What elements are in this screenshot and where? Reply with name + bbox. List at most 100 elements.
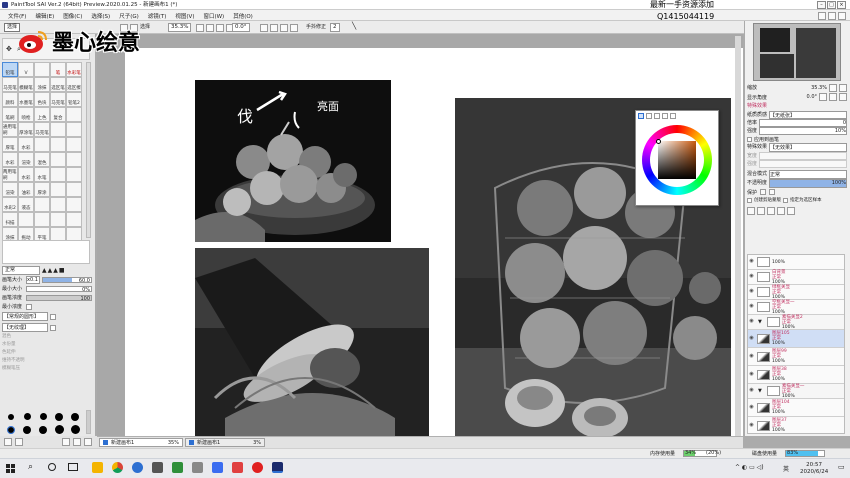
brush-tool[interactable] [66,197,82,212]
close-icon[interactable]: × [837,1,846,9]
density-slider[interactable]: 100 [26,294,92,302]
tray-icons[interactable]: ^ ◐ ▭ ◁) [735,464,764,471]
size-multiplier[interactable]: x0.1 [26,275,40,284]
brush-size-dot[interactable] [7,425,15,434]
app9-icon[interactable] [252,462,263,473]
brush-size-dot[interactable] [39,425,47,434]
zoom-field[interactable]: 35.3% [168,23,192,32]
brush-tool[interactable]: 厚笔 [2,137,18,152]
ime-indicator[interactable]: 英 [783,464,789,473]
layer-row[interactable]: ◉ 图层105 正常 100% [748,330,844,348]
brush-tool[interactable] [66,212,82,227]
visibility-eye-icon[interactable]: ◉ [748,422,755,430]
visibility-eye-icon[interactable]: ◉ [748,273,755,281]
new-folder-icon[interactable] [757,206,765,215]
nav-rotate-reset-icon[interactable] [839,93,847,101]
app7-icon[interactable] [212,462,223,473]
brush-delete-icon[interactable] [15,438,23,446]
menu-item-4[interactable]: 尺子(G) [119,12,139,20]
visibility-eye-icon[interactable]: ◉ [748,318,755,326]
brush-size-dot[interactable] [39,413,47,420]
min-density-checkbox[interactable] [26,303,32,310]
copy-layer-icon[interactable] [777,206,785,215]
brush-tool[interactable]: 马克笔 [34,122,50,137]
brush-tool[interactable] [66,167,82,182]
brush-tool[interactable]: 马克笔 [2,77,18,92]
app1-icon[interactable] [92,462,103,473]
document-tab[interactable]: 新建画布1 35% [99,438,183,447]
nav-zoom-in-icon[interactable] [839,83,847,92]
rotation-field[interactable]: 0.0° [232,23,250,32]
layer-row[interactable]: ◉ 绿框关显 正常 100% [748,285,844,300]
maximize-icon[interactable]: □ [827,1,836,9]
undo-icon[interactable] [62,438,70,446]
paper-texture-select[interactable]: 【无纸张】 [769,111,847,119]
visibility-eye-icon[interactable]: ◉ [748,288,755,296]
brush-size-dot[interactable] [23,425,31,434]
color-cursor-icon[interactable] [656,139,661,144]
brush-tool[interactable]: 水彩2 [2,197,18,212]
brush-tool[interactable]: 色块 [34,92,50,107]
size-palette-scrollbar[interactable] [86,410,91,434]
doc-close-icon[interactable] [838,12,846,20]
texture-dropdown-icon[interactable] [50,324,56,331]
search-icon[interactable]: ⌕ [28,462,33,472]
menu-item-8[interactable]: 其他(O) [233,12,253,20]
brush-tool[interactable]: 喷枪 [18,107,34,122]
effect-select[interactable]: 【无效果】 [769,143,847,152]
brush-tool[interactable]: 涂抹 [34,77,50,92]
layer-row[interactable]: ◉ 图层99 正常 100% [748,348,844,366]
brush-size-dot[interactable] [23,413,31,420]
hsv-tab-icon[interactable] [654,113,660,119]
min-size-slider[interactable]: 0% [26,285,92,293]
brush-tool[interactable] [50,137,66,152]
menu-item-2[interactable]: 图像(C) [63,12,82,20]
delete-layer-icon[interactable] [787,206,795,215]
swatches-tab-icon[interactable] [670,113,676,119]
brush-size-dot[interactable] [71,412,79,421]
cortana-icon[interactable] [48,463,56,471]
brush-tool[interactable]: 颜料 [2,92,18,107]
brush-tool[interactable]: 选区擦 [66,77,82,92]
folder-toggle-icon[interactable]: ▼ [758,319,762,325]
blend-mode-select[interactable]: 正常 [2,266,40,275]
folder-toggle-icon[interactable]: ▼ [758,388,762,394]
pen-icon[interactable]: ╲ [352,22,356,30]
menu-item-6[interactable]: 视图(V) [175,12,194,20]
visibility-eye-icon[interactable]: ◉ [748,404,755,412]
brush-tool[interactable]: 模糊笔 [18,77,34,92]
start-icon[interactable] [6,464,15,473]
brush-tool[interactable]: 铅笔 [2,62,18,77]
flip-vertical-icon[interactable] [280,24,288,32]
edge-icon[interactable] [132,462,143,473]
brush-tool[interactable]: 水彩 [18,167,34,182]
layer-row[interactable]: ◉ 图层37 正常 100% [748,417,844,433]
layer-row[interactable]: ◉ 空框关显一 正常 100% [748,300,844,315]
clock[interactable]: 20:57 2020/6/24 [800,462,828,476]
keep-opacity-option[interactable]: 维持不透明 [2,357,92,365]
brush-tool[interactable]: 水彩笔 [66,62,82,77]
app5-icon[interactable] [172,462,183,473]
blur-pressure-option[interactable]: 模糊笔压 [2,365,92,373]
nav-rotate-left-icon[interactable] [819,93,827,101]
texture-strength-field[interactable]: 10% [759,127,847,135]
brush-tool[interactable] [66,122,82,137]
visibility-eye-icon[interactable]: ◉ [748,303,755,311]
brush-tool[interactable] [50,122,66,137]
move-icon[interactable]: ✥ [6,45,12,53]
trash-icon[interactable] [84,438,92,446]
layer-row[interactable]: ◉ 图层104 正常 100% [748,399,844,417]
nav-zoom-out-icon[interactable] [829,83,837,92]
layer-row[interactable]: ◉ 图层38 正常 100% [748,366,844,384]
brush-size-dot[interactable] [54,425,64,434]
task-view-icon[interactable] [68,463,78,471]
app6-icon[interactable] [192,462,203,473]
notification-icon[interactable]: ▭ [838,463,845,471]
rgb-tab-icon[interactable] [646,113,652,119]
brush-tool[interactable] [66,137,82,152]
mixer-tab-icon[interactable] [662,113,668,119]
brush-tool[interactable]: 水彩 [2,152,18,167]
clip-checkbox[interactable] [747,197,752,203]
brush-tool[interactable]: 笔刷 [2,107,18,122]
app8-icon[interactable] [232,462,243,473]
